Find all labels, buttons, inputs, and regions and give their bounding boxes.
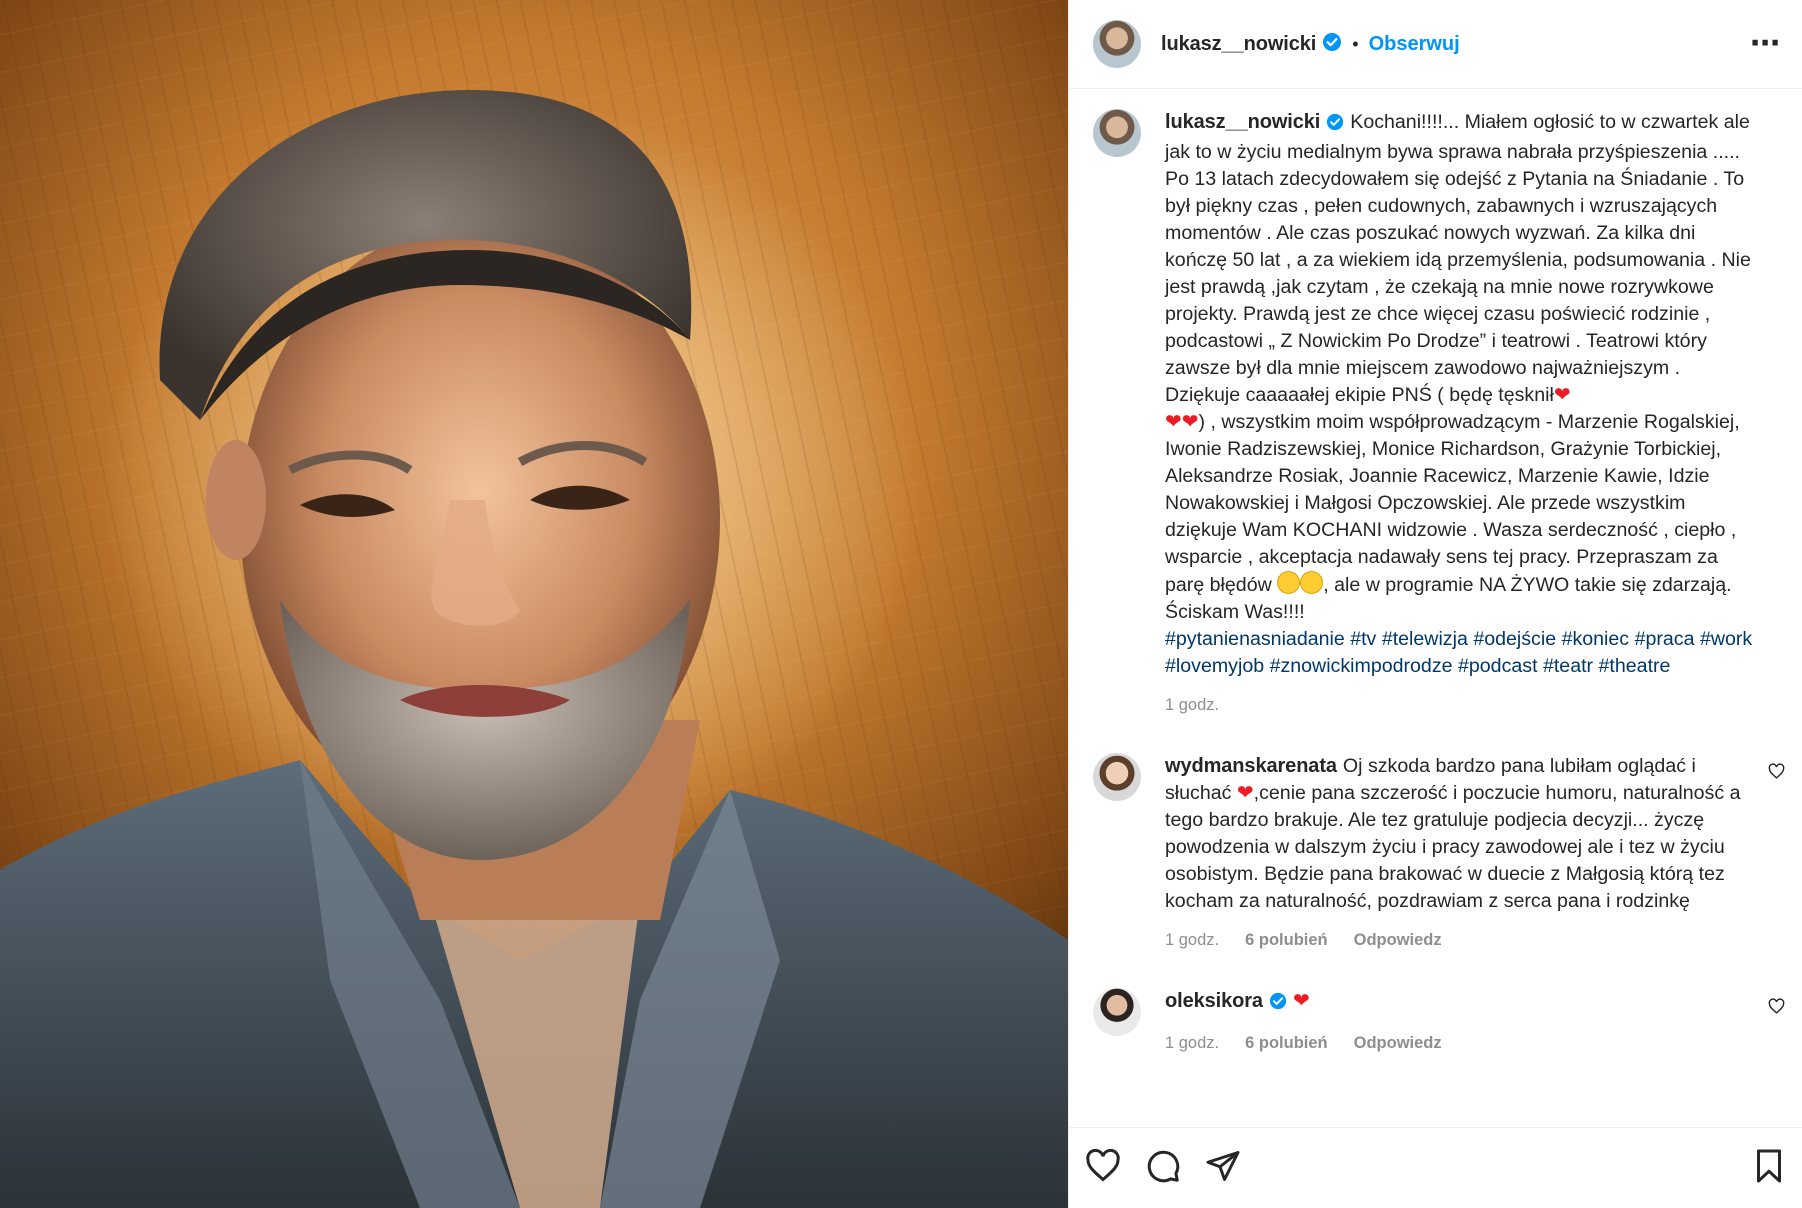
wink-emoji <box>1300 571 1324 594</box>
comment-meta: 1 godz. 6 polubień Odpowiedz <box>1165 927 1759 954</box>
reply-button[interactable]: Odpowiedz <box>1354 1030 1442 1057</box>
comment-icon[interactable] <box>1145 1148 1181 1189</box>
more-icon[interactable]: ⋯ <box>1750 29 1781 59</box>
follow-button[interactable]: Obserwuj <box>1369 33 1460 56</box>
hashtag[interactable]: #koniec <box>1562 628 1630 650</box>
portrait-illustration <box>0 90 1068 1208</box>
caption-username[interactable]: lukasz__nowicki <box>1165 111 1320 133</box>
instagram-post-view: lukasz__nowicki • Obserwuj ⋯ lukasz__now… <box>0 0 1802 1208</box>
post-header: lukasz__nowicki • Obserwuj ⋯ <box>1069 0 1802 89</box>
wink-emoji <box>1277 571 1301 594</box>
author-avatar[interactable] <box>1093 20 1141 68</box>
commenter-avatar[interactable] <box>1093 988 1141 1036</box>
hashtag[interactable]: #pytanienasniadanie <box>1165 628 1345 650</box>
heart-emoji: ❤ <box>1236 782 1254 804</box>
caption-time[interactable]: 1 godz. <box>1165 692 1219 719</box>
caption-text: Kochani!!!!... Miałem ogłosić to w czwar… <box>1165 111 1751 406</box>
comment-item: wydmanskarenata Oj szkoda bardzo pana lub… <box>1093 753 1785 954</box>
hashtag[interactable]: #telewizja <box>1382 628 1468 650</box>
post-side-panel: lukasz__nowicki • Obserwuj ⋯ lukasz__now… <box>1068 0 1802 1208</box>
comment-item: oleksikora ❤ 1 godz. 6 polubień Odpowiedz <box>1093 988 1785 1057</box>
post-caption: lukasz__nowicki Kochani!!!!... Miałem ogł… <box>1093 109 1785 719</box>
commenter-avatar[interactable] <box>1093 753 1141 801</box>
comment-likes[interactable]: 6 polubień <box>1245 927 1328 954</box>
hashtag[interactable]: #znowickimpodrodze <box>1270 655 1453 677</box>
heart-emoji: ❤ <box>1553 384 1571 406</box>
caption-meta: 1 godz. <box>1165 692 1759 719</box>
comment-time[interactable]: 1 godz. <box>1165 927 1219 954</box>
comment-username[interactable]: wydmanskarenata <box>1165 755 1337 777</box>
hashtag[interactable]: #lovemyjob <box>1165 655 1264 677</box>
verified-icon <box>1326 112 1344 139</box>
heart-emoji: ❤ <box>1165 411 1182 433</box>
caption-text-2: ) , wszystkim moim współprowadzącym - Ma… <box>1165 411 1740 596</box>
comment-meta: 1 godz. 6 polubień Odpowiedz <box>1165 1030 1759 1057</box>
hashtag[interactable]: #tv <box>1350 628 1376 650</box>
comment-like-icon[interactable] <box>1768 763 1785 785</box>
hashtag[interactable]: #theatre <box>1599 655 1671 677</box>
heart-emoji: ❤ <box>1181 411 1199 433</box>
share-icon[interactable] <box>1205 1148 1241 1189</box>
heart-emoji: ❤ <box>1292 990 1310 1012</box>
hashtag[interactable]: #odejście <box>1473 628 1556 650</box>
author-username[interactable]: lukasz__nowicki <box>1161 33 1316 56</box>
comment-username[interactable]: oleksikora <box>1165 990 1263 1012</box>
post-photo[interactable] <box>0 0 1068 1208</box>
separator-dot: • <box>1352 33 1359 54</box>
hashtag[interactable]: #podcast <box>1458 655 1538 677</box>
hashtag-list: #pytanienasniadanie #tv #telewizja #odej… <box>1165 626 1759 680</box>
post-actions <box>1069 1127 1802 1208</box>
comment-time[interactable]: 1 godz. <box>1165 1030 1219 1057</box>
comments-list[interactable]: lukasz__nowicki Kochani!!!!... Miałem ogł… <box>1069 89 1802 1127</box>
hashtag[interactable]: #work <box>1700 628 1752 650</box>
comment-like-icon[interactable] <box>1768 998 1785 1020</box>
hashtag[interactable]: #teatr <box>1543 655 1593 677</box>
author-avatar-small[interactable] <box>1093 109 1141 157</box>
hashtag[interactable]: #praca <box>1635 628 1695 650</box>
reply-button[interactable]: Odpowiedz <box>1354 927 1442 954</box>
verified-icon <box>1322 32 1342 57</box>
comment-likes[interactable]: 6 polubień <box>1245 1030 1328 1057</box>
heart-icon[interactable] <box>1085 1148 1121 1189</box>
verified-icon <box>1269 991 1287 1018</box>
save-icon[interactable] <box>1751 1148 1787 1189</box>
